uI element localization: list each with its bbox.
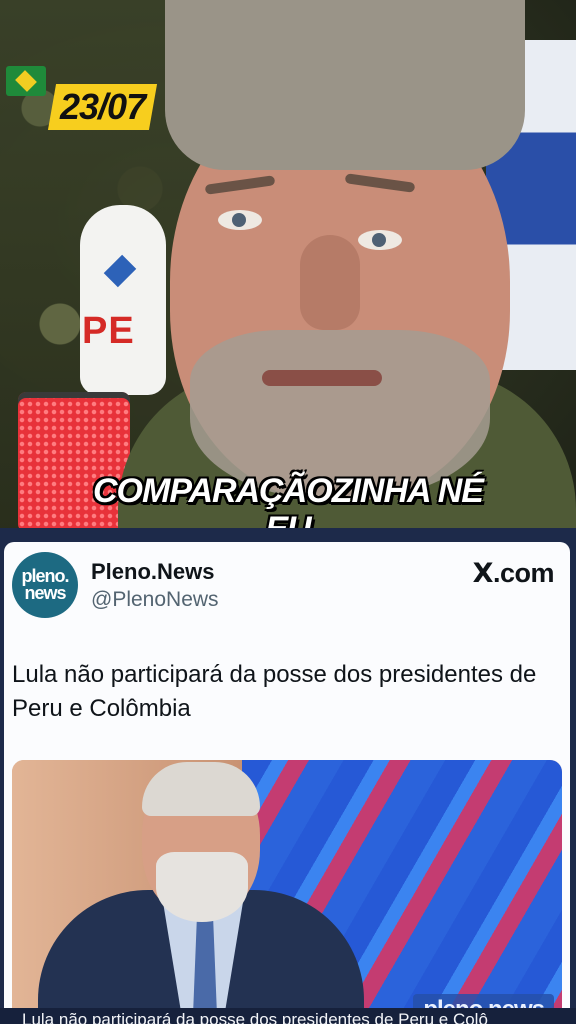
video-frame: PE 23/07 COMPARAÇÃOZINHA NÉ EU xyxy=(0,0,576,540)
tweet-card-backdrop: pleno. news Pleno.News @PlenoNews X.com … xyxy=(0,528,576,1024)
left-eye xyxy=(218,210,262,230)
x-com-suffix: .com xyxy=(492,558,555,588)
date-badge: 23/07 xyxy=(47,84,158,130)
x-com-logo: X.com xyxy=(472,558,555,589)
account-avatar[interactable]: pleno. news xyxy=(12,552,78,618)
account-handle[interactable]: @PlenoNews xyxy=(91,588,219,612)
tweet-text: Lula não participará da posse dos presid… xyxy=(12,661,537,722)
speaker-hair xyxy=(165,0,525,170)
microphone xyxy=(80,205,166,395)
x-logo-icon: X xyxy=(472,558,494,589)
account-name[interactable]: Pleno.News xyxy=(91,559,214,585)
avatar-text-2: news xyxy=(24,583,66,603)
tweet-photo[interactable]: pleno.news xyxy=(12,760,562,1024)
subtitle-strip: Lula não participará da posse dos presid… xyxy=(0,1008,576,1024)
speaker-mouth xyxy=(262,370,382,386)
photo-person-beard xyxy=(156,852,248,922)
microphone-label: PE xyxy=(82,310,135,352)
brazil-flag-patch xyxy=(6,66,46,96)
right-eye xyxy=(358,230,402,250)
subtitle-text: Lula não participará da posse dos presid… xyxy=(22,1010,488,1024)
caption-line-1: COMPARAÇÃOZINHA NÉ xyxy=(93,472,484,510)
date-text: 23/07 xyxy=(60,86,146,127)
speaker-nose xyxy=(300,235,360,330)
tweet-card[interactable]: pleno. news Pleno.News @PlenoNews X.com … xyxy=(4,542,570,1024)
